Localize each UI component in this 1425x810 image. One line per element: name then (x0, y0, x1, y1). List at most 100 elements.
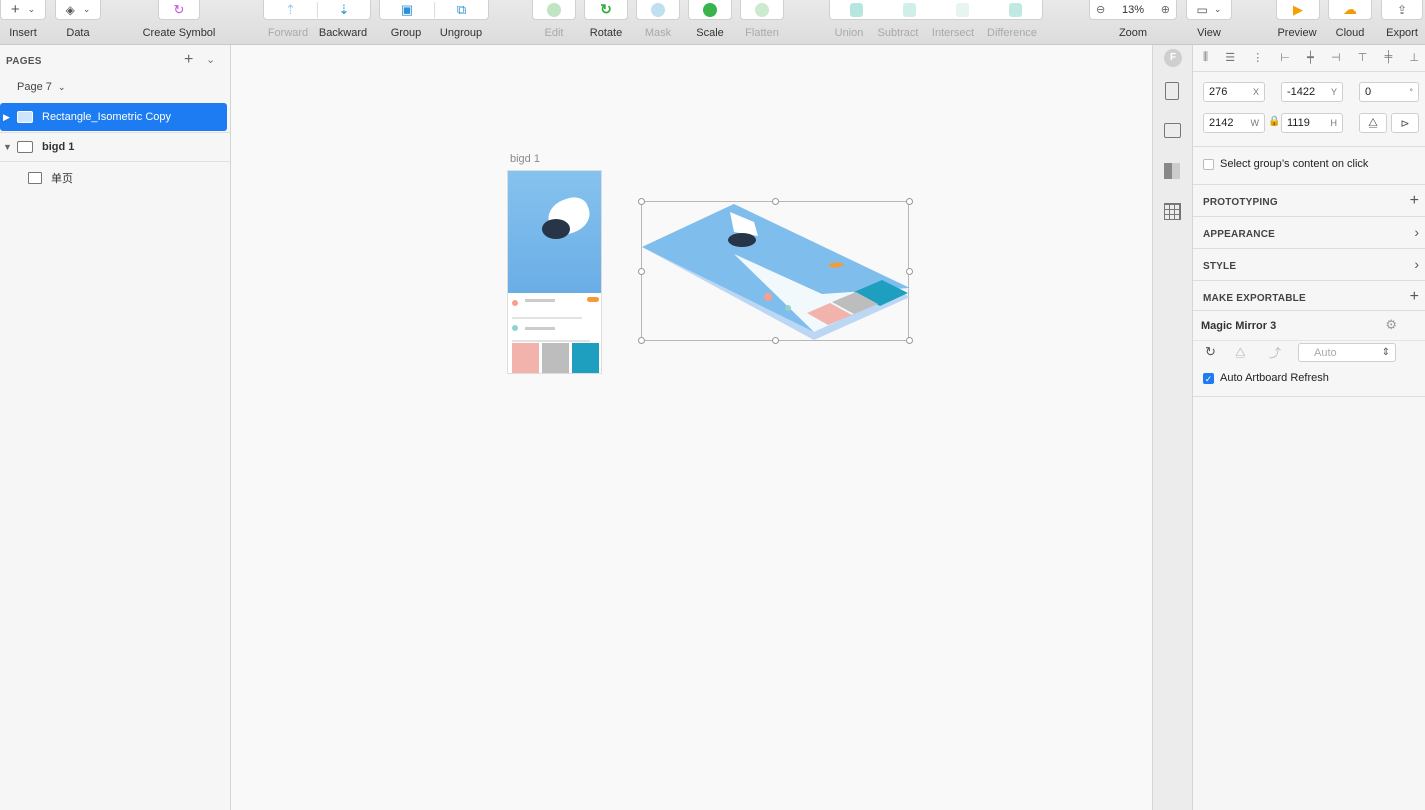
distribute-horizontal-icon[interactable]: ⫼ (1203, 51, 1208, 64)
layer-bigd-1[interactable]: ▼ bigd 1 (0, 133, 230, 161)
selection-bounding-box[interactable] (638, 198, 913, 344)
y-field[interactable]: -1422 Y (1281, 82, 1343, 102)
plugin-title: Magic Mirror 3 (1201, 320, 1277, 332)
grid-icon[interactable] (1164, 203, 1181, 220)
disclosure-triangle-icon[interactable]: ▼ (3, 142, 13, 152)
divider (1193, 396, 1425, 397)
data-button[interactable]: ◈ ⌄ (55, 0, 101, 20)
more-icon[interactable]: ⋮ (1252, 51, 1263, 64)
forward-icon[interactable]: ⇡ (264, 2, 317, 18)
section-title: STYLE (1203, 261, 1237, 272)
page-selector[interactable]: Page 7 ⌄ (17, 81, 65, 93)
perspective-icon[interactable]: ⧋ (1235, 345, 1246, 360)
inspector-panel: ⫼ ☰ ⋮ ⊢ ┿ ⊣ ⊤ ╪ ⊥ 276 X -1422 Y 0 ° 2142 W 🔒… (1193, 45, 1425, 810)
style-section[interactable]: STYLE › (1193, 248, 1425, 280)
plus-icon[interactable]: + (1410, 288, 1419, 306)
select-group-label: Select group’s content on click (1220, 158, 1369, 170)
edit-button[interactable] (532, 0, 576, 20)
chevron-right-icon[interactable]: › (1414, 256, 1419, 272)
lock-icon[interactable]: 🔒 (1268, 116, 1280, 127)
select-group-checkbox[interactable] (1203, 158, 1214, 170)
components-icon[interactable] (1164, 163, 1180, 179)
plus-icon[interactable]: + (1410, 192, 1419, 210)
symbol-icon: ↻ (173, 1, 185, 17)
artboard-photos (512, 343, 599, 373)
scale-button[interactable] (688, 0, 732, 20)
distribute-vertical-icon[interactable]: ☰ (1225, 51, 1235, 64)
view-button[interactable]: ▭ ⌄ (1186, 0, 1232, 20)
align-top-icon[interactable]: ⊤ (1358, 51, 1368, 64)
flatten-button[interactable] (740, 0, 784, 20)
plugin-logo-icon[interactable]: F (1164, 49, 1182, 67)
resize-handle-bottom-right[interactable] (906, 337, 913, 344)
canvas[interactable]: bigd 1 (231, 45, 1152, 810)
subtract-icon[interactable] (903, 2, 916, 17)
auto-refresh-label: Auto Artboard Refresh (1220, 372, 1329, 384)
gear-icon[interactable]: ⚙ (1385, 317, 1397, 333)
preview-button[interactable]: ▶ (1276, 0, 1320, 20)
select-group-content-option[interactable]: Select group’s content on click (1203, 158, 1368, 170)
union-icon[interactable] (850, 2, 863, 17)
zoom-out-icon[interactable]: ⊖ (1096, 3, 1105, 16)
appearance-section[interactable]: APPEARANCE › (1193, 216, 1425, 248)
align-center-icon[interactable]: ┿ (1307, 51, 1314, 64)
rotation-field[interactable]: 0 ° (1359, 82, 1419, 102)
flip-horizontal-button[interactable]: ⧋ (1359, 113, 1387, 133)
play-icon: ▶ (1293, 1, 1303, 17)
make-exportable-section[interactable]: MAKE EXPORTABLE + (1193, 280, 1425, 310)
artboard[interactable] (507, 170, 602, 374)
alignment-bar: ⫼ ☰ ⋮ ⊢ ┿ ⊣ ⊤ ╪ ⊥ (1203, 51, 1419, 64)
layer-label: bigd 1 (42, 141, 75, 153)
export-button[interactable]: ⇪ (1381, 0, 1423, 20)
group-icon[interactable]: ▣ (380, 2, 434, 18)
resize-handle-bottom[interactable] (772, 337, 779, 344)
flatten-icon (755, 2, 769, 17)
flip-vertical-button[interactable]: ⊳ (1391, 113, 1419, 133)
refresh-icon[interactable]: ↻ (1205, 344, 1216, 360)
chevron-down-icon: ⌄ (27, 4, 36, 14)
layer-rectangle-isometric-copy[interactable]: ▶ Rectangle_Isometric Copy (0, 103, 227, 131)
align-right-icon[interactable]: ⊣ (1331, 51, 1341, 64)
x-field[interactable]: 276 X (1203, 82, 1265, 102)
layers-panel: PAGES + ⌄ Page 7 ⌄ ▶ Rectangle_Isometric… (0, 45, 231, 810)
ungroup-icon[interactable]: ⧉ (433, 1, 488, 18)
cloud-button[interactable]: ☁ (1328, 0, 1372, 20)
prototyping-section[interactable]: PROTOTYPING + (1193, 184, 1425, 216)
artboard-icon (17, 141, 33, 153)
artboard-title[interactable]: bigd 1 (510, 153, 540, 165)
list-icon[interactable] (1164, 123, 1181, 138)
artboard-hero-image (508, 171, 601, 293)
collapse-pages-icon[interactable]: ⌄ (206, 53, 215, 66)
create-symbol-button[interactable]: ↻ (158, 0, 200, 20)
align-middle-icon[interactable]: ╪ (1384, 51, 1392, 64)
align-bottom-icon[interactable]: ⊥ (1409, 51, 1419, 64)
rotate-artboard-icon[interactable]: ⤴ (1269, 344, 1281, 361)
add-page-icon[interactable]: + (184, 51, 193, 69)
align-left-icon[interactable]: ⊢ (1280, 51, 1290, 64)
mask-button[interactable] (636, 0, 680, 20)
difference-label: Difference (987, 27, 1037, 39)
insert-button[interactable]: + ⌄ (0, 0, 46, 20)
intersect-icon[interactable] (956, 2, 969, 17)
resize-handle-bottom-left[interactable] (638, 337, 645, 344)
auto-refresh-checkbox[interactable]: ✓ (1203, 372, 1214, 384)
resize-handle-top[interactable] (772, 198, 779, 205)
section-title: MAKE EXPORTABLE (1203, 293, 1306, 304)
export-doc-icon[interactable] (1165, 82, 1179, 100)
chevron-right-icon[interactable]: › (1414, 224, 1419, 240)
difference-icon[interactable] (1009, 2, 1022, 17)
disclosure-triangle-icon[interactable]: ▶ (3, 112, 13, 123)
resize-handle-left[interactable] (638, 268, 645, 275)
resize-handle-right[interactable] (906, 268, 913, 275)
layer-label: 单页 (51, 173, 73, 185)
height-field[interactable]: 1119 H (1281, 113, 1343, 133)
layer-image[interactable]: 单页 (0, 164, 230, 192)
zoom-in-icon[interactable]: ⊕ (1161, 3, 1170, 16)
backward-icon[interactable]: ⇣ (316, 1, 370, 18)
rotate-button[interactable]: ↻ (584, 0, 628, 20)
auto-refresh-option[interactable]: ✓ Auto Artboard Refresh (1203, 372, 1329, 384)
width-field[interactable]: 2142 W (1203, 113, 1265, 133)
resize-handle-top-left[interactable] (638, 198, 645, 205)
resize-handle-top-right[interactable] (906, 198, 913, 205)
quality-select[interactable]: Auto ⇕ (1298, 343, 1396, 362)
